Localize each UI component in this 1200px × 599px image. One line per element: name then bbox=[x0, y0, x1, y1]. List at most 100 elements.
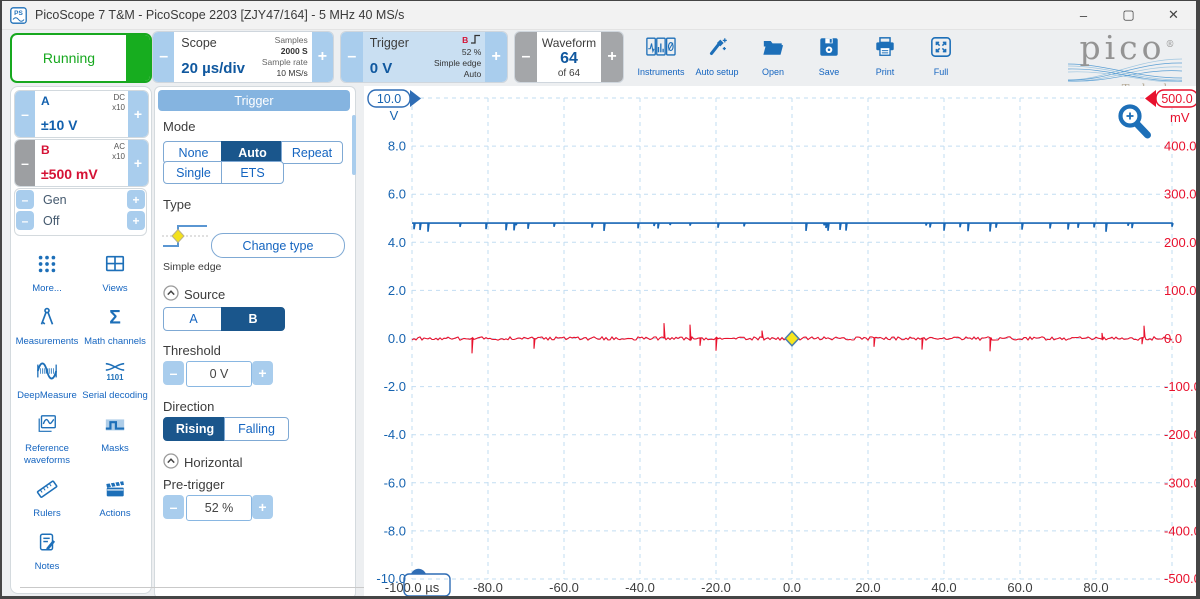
toolbar-instruments-button[interactable]: Instruments bbox=[634, 31, 688, 83]
trigger-summary[interactable]: B 52 % Simple edge Auto bbox=[426, 32, 485, 82]
threshold-value[interactable]: 0 V bbox=[186, 361, 252, 387]
channel-b-range-decrease-button[interactable]: – bbox=[15, 140, 35, 186]
trigger-value-button[interactable]: Trigger 0 V bbox=[363, 32, 426, 82]
maximize-button[interactable]: ▢ bbox=[1106, 1, 1151, 29]
sidebar-tool-label: Notes bbox=[14, 561, 80, 572]
left-axis-labels[interactable]: 8.06.04.02.00.0-2.0-4.0-6.0-8.0-10.0V bbox=[376, 108, 406, 586]
right-axis-labels[interactable]: 400.0300.0200.0100.00.0-100.0-200.0-300.… bbox=[1164, 110, 1196, 586]
toolbar-tool-label: Open bbox=[762, 67, 784, 77]
generator-off-increase-button[interactable]: + bbox=[127, 211, 145, 230]
scope-group-title: Scope bbox=[181, 36, 216, 50]
threshold-decrease-button[interactable]: – bbox=[163, 361, 184, 385]
svg-text:400.0: 400.0 bbox=[1164, 139, 1196, 154]
change-type-button[interactable]: Change type bbox=[211, 233, 345, 258]
minimize-button[interactable]: – bbox=[1061, 1, 1106, 29]
collapse-source-icon[interactable] bbox=[163, 285, 179, 304]
trigger-marker[interactable] bbox=[785, 331, 799, 346]
sidebar-tool-actions[interactable]: Actions bbox=[81, 472, 149, 519]
close-button[interactable]: ✕ bbox=[1151, 1, 1196, 29]
channel-b-range-increase-button[interactable]: + bbox=[128, 140, 148, 186]
sidebar-tool-math[interactable]: ΣMath channels bbox=[81, 300, 149, 347]
sidebar-tool-refwave[interactable]: Reference waveforms bbox=[13, 407, 81, 466]
toolbar-print-button[interactable]: Print bbox=[858, 31, 912, 83]
sidebar-tool-views[interactable]: Views bbox=[81, 247, 149, 294]
left-axis-top-tag[interactable]: 10.0 bbox=[368, 90, 421, 107]
samples-info[interactable]: Samples 2000 S Sample rate 10 MS/s bbox=[256, 32, 312, 82]
svg-text:-200.0: -200.0 bbox=[1164, 427, 1196, 442]
svg-text:0.0: 0.0 bbox=[783, 580, 801, 595]
generator-decrease-button[interactable]: – bbox=[16, 190, 34, 209]
timebase-increase-button[interactable]: + bbox=[312, 32, 333, 82]
svg-text:60.0: 60.0 bbox=[1007, 580, 1032, 595]
direction-falling-button[interactable]: Falling bbox=[224, 417, 289, 441]
sidebar-tool-label: Masks bbox=[82, 443, 148, 454]
svg-text:2.0: 2.0 bbox=[388, 283, 406, 298]
zoom-magnifier-icon[interactable] bbox=[1121, 107, 1148, 136]
generator-off-decrease-button[interactable]: – bbox=[16, 211, 34, 230]
channel-a-range-increase-button[interactable]: + bbox=[128, 91, 148, 137]
rate-value: 10 MS/s bbox=[277, 68, 308, 79]
sidebar-tool-label: More... bbox=[14, 283, 80, 294]
x-axis-labels: -100.0 µs-80.0-60.0-40.0-20.00.020.040.0… bbox=[385, 580, 1109, 595]
sidebar-tool-more[interactable]: More... bbox=[13, 247, 81, 294]
sidebar-tool-measurements[interactable]: Measurements bbox=[13, 300, 81, 347]
panel-scrollbar[interactable] bbox=[352, 115, 356, 175]
generator-increase-button[interactable]: + bbox=[127, 190, 145, 209]
mode-repeat-button[interactable]: Repeat bbox=[281, 141, 343, 164]
toolbar-autosetup-button[interactable]: Auto setup bbox=[690, 31, 744, 83]
waveform-next-button[interactable]: + bbox=[601, 32, 623, 82]
timebase-value-button[interactable]: Scope 20 µs/div bbox=[174, 32, 255, 82]
source-a-button[interactable]: A bbox=[163, 307, 224, 331]
scope-plot[interactable]: -100.0 µs-80.0-60.0-40.0-20.00.020.040.0… bbox=[364, 86, 1196, 596]
run-stop-button[interactable]: Running bbox=[10, 33, 152, 83]
pretrigger-increase-button[interactable]: + bbox=[252, 495, 273, 519]
toolbar-save-button[interactable]: Save bbox=[802, 31, 856, 83]
svg-text:-500.0: -500.0 bbox=[1164, 571, 1196, 586]
source-section-header[interactable]: Source bbox=[163, 285, 225, 304]
channel-a-panel[interactable]: – A DCx10 ±10 V + bbox=[14, 90, 149, 138]
generator-state: Off bbox=[35, 210, 126, 231]
channel-a-range-decrease-button[interactable]: – bbox=[15, 91, 35, 137]
type-caption: Simple edge bbox=[163, 261, 221, 273]
sidebar-tool-notes[interactable]: Notes bbox=[13, 525, 81, 572]
svg-text:-300.0: -300.0 bbox=[1164, 475, 1196, 490]
waveform-previous-button[interactable]: – bbox=[515, 32, 537, 82]
sidebar-tool-rulers[interactable]: Rulers bbox=[13, 472, 81, 519]
threshold-increase-button[interactable]: + bbox=[252, 361, 273, 385]
right-axis-top-tag[interactable]: 500.0 bbox=[1145, 90, 1196, 107]
sidebar-tool-label: Serial decoding bbox=[82, 390, 148, 401]
sidebar-tool-deepmeasure[interactable]: DeepMeasure bbox=[13, 354, 81, 401]
mode-single-button[interactable]: Single bbox=[163, 161, 224, 184]
sidebar-tool-masks[interactable]: Masks bbox=[81, 407, 149, 466]
app-icon: PS bbox=[10, 7, 27, 24]
horizontal-section-header[interactable]: Horizontal bbox=[163, 453, 243, 472]
sidebar-tool-serial[interactable]: 1101Serial decoding bbox=[81, 354, 149, 401]
trigger-level-decrease-button[interactable]: – bbox=[341, 32, 363, 82]
horizontal-scrollbar[interactable] bbox=[20, 587, 420, 588]
direction-rising-button[interactable]: Rising bbox=[163, 417, 227, 441]
trigger-level-increase-button[interactable]: + bbox=[485, 32, 507, 82]
waveform-number: 64 bbox=[560, 50, 578, 68]
waveform-counter[interactable]: Waveform 64 of 64 bbox=[537, 32, 601, 82]
pretrigger-value[interactable]: 52 % bbox=[186, 495, 252, 521]
threshold-label: Threshold bbox=[163, 343, 221, 358]
trigger-group-title: Trigger bbox=[370, 36, 409, 50]
scope-display[interactable]: -100.0 µs-80.0-60.0-40.0-20.00.020.040.0… bbox=[364, 86, 1196, 596]
samples-label: Samples bbox=[275, 35, 308, 46]
sidebar-tool-label: Measurements bbox=[14, 336, 80, 347]
svg-text:mV: mV bbox=[1170, 110, 1190, 125]
channel-b-panel[interactable]: – B ACx10 ±500 mV + bbox=[14, 139, 149, 187]
svg-text:-40.0: -40.0 bbox=[625, 580, 655, 595]
collapse-horizontal-icon[interactable] bbox=[163, 453, 179, 472]
pretrigger-decrease-button[interactable]: – bbox=[163, 495, 184, 519]
math-icon: Σ bbox=[104, 306, 126, 333]
toolbar-full-button[interactable]: Full bbox=[914, 31, 968, 83]
generator-panel[interactable]: – Gen + – Off + bbox=[14, 188, 147, 236]
svg-text:-2.0: -2.0 bbox=[384, 379, 406, 394]
trigger-panel-header[interactable]: Trigger bbox=[158, 90, 350, 111]
mode-ets-button[interactable]: ETS bbox=[221, 161, 284, 184]
svg-text:0.0: 0.0 bbox=[388, 331, 406, 346]
toolbar-open-button[interactable]: Open bbox=[746, 31, 800, 83]
source-b-button[interactable]: B bbox=[221, 307, 285, 331]
timebase-decrease-button[interactable]: – bbox=[153, 32, 174, 82]
